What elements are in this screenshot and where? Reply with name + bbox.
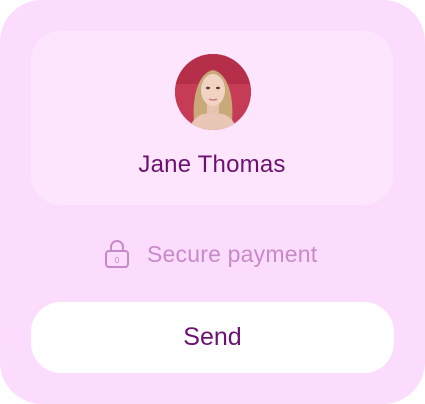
recipient-name: Jane Thomas (138, 151, 286, 178)
avatar (175, 54, 251, 130)
lock-icon: 0 (105, 239, 129, 268)
recipient-panel: Jane Thomas (31, 31, 393, 205)
svg-text:0: 0 (115, 256, 120, 265)
avatar-photo (175, 54, 251, 130)
secure-payment-label: Secure payment (147, 240, 318, 267)
secure-payment-indicator: 0 Secure payment (104, 237, 317, 271)
payment-card: Jane Thomas 0 Secure payment Send (0, 0, 425, 404)
send-button[interactable]: Send (31, 302, 394, 373)
